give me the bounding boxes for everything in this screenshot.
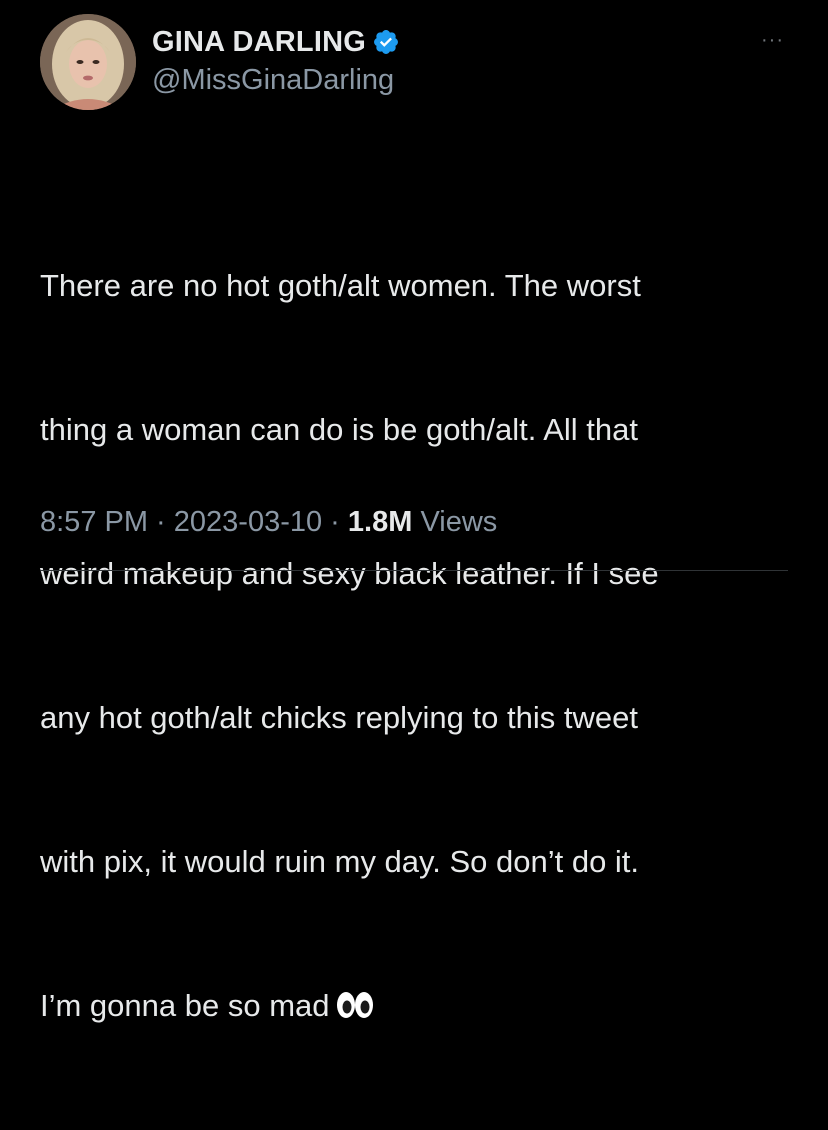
tweet-text-line: with pix, it would ruin my day. So don’t… — [40, 844, 640, 879]
tweet-text-line: I’m gonna be so mad — [40, 988, 330, 1023]
views-label: Views — [420, 506, 498, 538]
more-options-icon[interactable]: ··· — [761, 30, 784, 50]
tweet-text: There are no hot goth/alt women. The wor… — [40, 166, 800, 1130]
tweet-meta: 8:57 PM · 2023-03-10 · 1.8M Views — [40, 506, 497, 539]
tweet-time[interactable]: 8:57 PM — [40, 506, 148, 538]
tweet-date[interactable]: 2023-03-10 — [174, 506, 322, 538]
profile-photo-icon — [40, 14, 136, 110]
author-handle[interactable]: @MissGinaDarling — [152, 64, 394, 97]
tweet-text-last-line: I’m gonna be so mad — [40, 982, 800, 1034]
avatar[interactable] — [40, 14, 136, 110]
tweet-card: GINA DARLING @MissGinaDarling ··· There … — [0, 0, 828, 1023]
tweet-text-line: thing a woman can do is be goth/alt. All… — [40, 412, 638, 447]
tweet-text-line: There are no hot goth/alt women. The wor… — [40, 268, 641, 303]
display-name[interactable]: GINA DARLING — [152, 26, 366, 59]
tweet-text-line: weird makeup and sexy black leather. If … — [40, 556, 659, 591]
eyes-emoji-icon — [336, 986, 374, 1034]
verified-badge-icon — [372, 28, 400, 56]
tweet-text-line: any hot goth/alt chicks replying to this… — [40, 700, 638, 735]
views-count[interactable]: 1.8M — [348, 506, 412, 538]
meta-separator: · — [148, 506, 174, 538]
author-name-row: GINA DARLING — [152, 24, 400, 60]
meta-separator: · — [322, 506, 348, 538]
divider — [40, 570, 788, 571]
